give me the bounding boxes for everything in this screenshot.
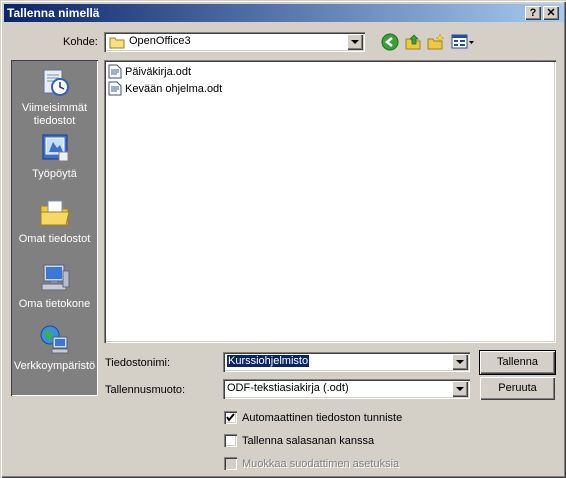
place-label: Oma tietokone — [18, 298, 91, 310]
view-menu-icon[interactable] — [451, 33, 475, 51]
save-as-dialog: Tallenna nimellä ? ✕ Kohde: OpenOffice3 — [0, 0, 566, 478]
desktop-icon — [42, 134, 68, 162]
filetype-select[interactable]: ODF-tekstiasiakirja (.odt) — [223, 379, 470, 399]
place-my-computer[interactable]: Oma tietokone — [13, 262, 96, 311]
title-bar[interactable]: Tallenna nimellä ? ✕ — [4, 4, 564, 22]
filetype-label: Tallennusmuoto: — [105, 384, 186, 396]
place-desktop[interactable]: Työpöytä — [13, 132, 96, 181]
my-documents-icon — [40, 200, 70, 226]
filename-dropdown-arrow[interactable] — [452, 354, 468, 370]
save-button[interactable]: Tallenna — [479, 350, 556, 375]
checkbox-label: Tallenna salasanan kanssa — [242, 435, 375, 447]
file-name: Päiväkirja.odt — [125, 66, 192, 78]
file-name: Kevään ohjelma.odt — [125, 83, 223, 95]
location-value: OpenOffice3 — [129, 35, 191, 47]
filename-label: Tiedostonimi: — [105, 357, 171, 369]
checkmark-icon — [226, 413, 235, 422]
checkbox-box[interactable] — [224, 411, 237, 424]
filetype-dropdown-arrow[interactable] — [452, 381, 468, 397]
new-folder-icon[interactable] — [427, 33, 445, 51]
my-computer-icon — [41, 264, 69, 291]
back-icon[interactable] — [381, 33, 399, 51]
help-button[interactable]: ? — [525, 6, 541, 20]
location-dropdown-arrow[interactable] — [347, 34, 363, 50]
cancel-button[interactable]: Peruuta — [480, 377, 555, 400]
place-label: Omat tiedostot — [18, 233, 91, 245]
file-item[interactable]: Päiväkirja.odt — [108, 64, 191, 80]
filetype-value: ODF-tekstiasiakirja (.odt) — [227, 382, 349, 394]
folder-icon — [109, 37, 125, 49]
close-button[interactable]: ✕ — [543, 6, 559, 20]
dialog-title: Tallenna nimellä — [7, 6, 100, 20]
place-network[interactable]: Verkkoympäristö — [13, 324, 96, 373]
place-recent[interactable]: Viimeisimmät tiedostot — [13, 66, 96, 128]
location-combo[interactable]: OpenOffice3 — [104, 32, 365, 52]
location-label: Kohde: — [63, 36, 98, 48]
filename-input[interactable]: Kurssiohjelmisto — [223, 352, 470, 372]
file-list[interactable]: Päiväkirja.odt Kevään ohjelma.odt — [104, 60, 556, 343]
place-label: Verkkoympäristö — [13, 360, 96, 372]
network-icon — [40, 325, 68, 354]
file-item[interactable]: Kevään ohjelma.odt — [108, 81, 222, 97]
place-my-documents[interactable]: Omat tiedostot — [13, 197, 96, 246]
checkbox-box[interactable] — [224, 434, 237, 447]
filename-value: Kurssiohjelmisto — [227, 355, 310, 367]
checkbox-box — [224, 457, 237, 470]
up-folder-icon[interactable] — [404, 33, 422, 51]
place-label: Viimeisimmät tiedostot — [21, 102, 88, 127]
recent-documents-icon — [43, 69, 69, 96]
place-label: Työpöytä — [32, 168, 77, 180]
places-bar: Viimeisimmät tiedostot Työpöytä Omat tie… — [11, 60, 98, 396]
odt-document-icon — [108, 81, 122, 96]
checkbox-label: Automaattinen tiedoston tunniste — [242, 412, 403, 424]
odt-document-icon — [108, 64, 122, 79]
checkbox-label: Muokkaa suodattimen asetuksia — [242, 458, 400, 470]
